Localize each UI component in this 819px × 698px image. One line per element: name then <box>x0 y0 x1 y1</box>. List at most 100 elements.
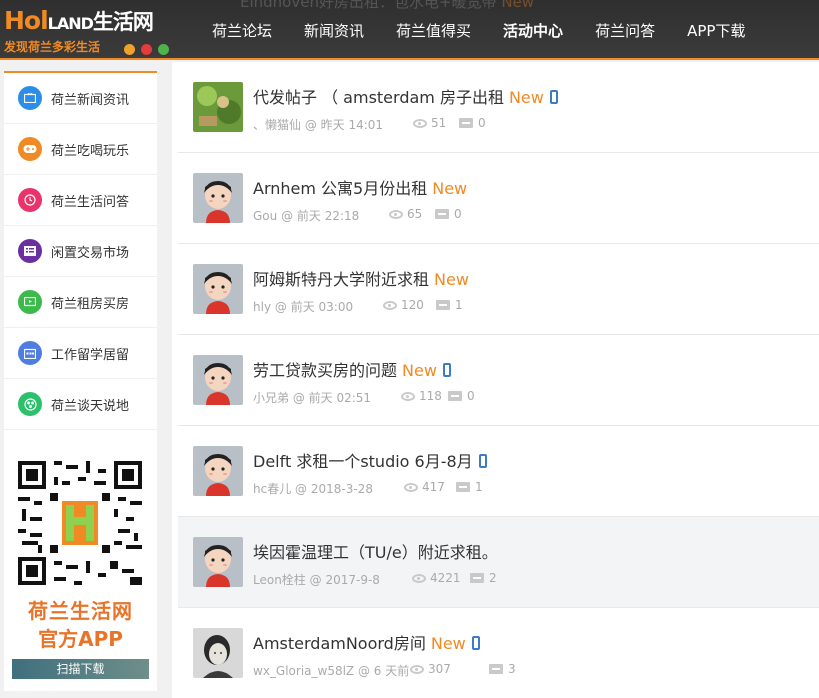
app-title: 荷兰生活网 <box>28 599 133 623</box>
post-author-time: hly @ 前天 03:00 <box>253 298 353 315</box>
post-author[interactable]: 、懒猫仙 <box>253 118 301 132</box>
post-title[interactable]: 代发帖子 （ amsterdam 房子出租 New <box>253 84 558 108</box>
post-row[interactable]: 劳工贷款买房的问题 New 小兄弟 @ 前天 02:51 118 0 <box>178 335 819 426</box>
post-author[interactable]: 小兄弟 <box>253 391 289 405</box>
logo-part2: LAND <box>47 14 94 33</box>
eye-icon <box>383 300 397 310</box>
avatar[interactable] <box>193 82 243 132</box>
post-list: 代发帖子 （ amsterdam 房子出租 New 、懒猫仙 @ 昨天 14:01 5… <box>172 62 819 698</box>
nav-qa[interactable]: 荷兰问答 <box>579 20 671 41</box>
main-nav: 荷兰论坛 新闻资讯 荷兰值得买 活动中心 荷兰问答 APP下载 <box>196 0 761 58</box>
post-title[interactable]: AmsterdamNoord房间 New <box>253 630 480 654</box>
view-count-value: 417 <box>422 480 445 494</box>
post-row[interactable]: AmsterdamNoord房间 New wx_Gloria_w58lZ @ 6 天… <box>178 608 819 698</box>
post-author[interactable]: wx_Gloria_w58lZ <box>253 664 354 678</box>
new-badge: New <box>432 179 468 198</box>
post-author[interactable]: Gou <box>253 209 277 223</box>
reply-icon <box>470 573 484 583</box>
view-count-value: 118 <box>419 389 442 403</box>
post-title[interactable]: Delft 求租一个studio 6月-8月 <box>253 448 487 472</box>
at-separator: @ <box>305 573 326 587</box>
post-author[interactable]: hly <box>253 300 271 314</box>
reply-count-value: 1 <box>455 298 463 312</box>
nav-news[interactable]: 新闻资讯 <box>288 20 380 41</box>
page: Eindhoven好房出租：包水电+暖宽带 New HolLAND生活网 发现荷… <box>0 0 819 698</box>
reply-count-value: 0 <box>467 389 475 403</box>
view-count: 65 <box>389 207 422 221</box>
post-time: 前天 03:00 <box>290 300 354 314</box>
at-separator: @ <box>301 118 321 132</box>
post-time: 2017-9-8 <box>325 573 380 587</box>
new-badge: New <box>402 361 437 380</box>
reply-count-value: 0 <box>478 116 486 130</box>
post-title[interactable]: Arnhem 公寓5月份出租 New <box>253 175 467 199</box>
list-icon <box>18 239 42 263</box>
site-logo[interactable]: HolLAND生活网 发现荷兰多彩生活 <box>4 6 172 55</box>
post-author[interactable]: hc春儿 <box>253 482 291 496</box>
sidebar: 荷兰新闻资讯 荷兰吃喝玩乐 荷兰生活问答 闲置交易市场 荷兰租房买房 工作留学居… <box>4 71 157 691</box>
sidebar-item-chat[interactable]: 荷兰谈天说地 <box>4 379 157 430</box>
sidebar-item-entertainment[interactable]: 荷兰吃喝玩乐 <box>4 124 157 175</box>
avatar[interactable] <box>193 628 243 678</box>
view-count: 4221 <box>412 571 461 585</box>
eye-icon <box>412 573 426 583</box>
qr-code[interactable] <box>14 457 146 589</box>
post-title-text: Delft 求租一个studio 6月-8月 <box>253 452 473 471</box>
post-title[interactable]: 埃因霍温理工（TU/e）附近求租。 <box>253 539 498 563</box>
avatar[interactable] <box>193 173 243 223</box>
wechat-icon <box>158 44 170 55</box>
post-author-time: hc春儿 @ 2018-3-28 <box>253 480 373 497</box>
tv-icon <box>18 86 42 110</box>
sidebar-item-housing[interactable]: 荷兰租房买房 <box>4 277 157 328</box>
scan-download-button[interactable]: 扫描下载 <box>12 659 149 679</box>
post-title-text: Arnhem 公寓5月份出租 <box>253 179 428 198</box>
sidebar-item-label: 荷兰新闻资讯 <box>51 92 130 108</box>
header-bar: Eindhoven好房出租：包水电+暖宽带 New HolLAND生活网 发现荷… <box>0 0 819 60</box>
post-row[interactable]: 埃因霍温理工（TU/e）附近求租。 Leon栓柱 @ 2017-9-8 4221 2 <box>178 517 819 608</box>
chat-icon <box>18 392 42 416</box>
nav-forum[interactable]: 荷兰论坛 <box>196 20 288 41</box>
avatar[interactable] <box>193 355 243 405</box>
reply-count: 2 <box>470 571 497 585</box>
nav-events[interactable]: 活动中心 <box>487 20 579 41</box>
sidebar-item-work-study[interactable]: 工作留学居留 <box>4 328 157 379</box>
new-badge: New <box>434 270 469 289</box>
logo-slogan: 发现荷兰多彩生活 <box>4 40 101 54</box>
reply-icon <box>448 391 462 401</box>
post-author[interactable]: Leon栓柱 <box>253 573 306 587</box>
app-subtitle: 官方APP <box>38 627 123 651</box>
post-row[interactable]: 代发帖子 （ amsterdam 房子出租 New 、懒猫仙 @ 昨天 14:01 5… <box>178 62 819 153</box>
avatar[interactable] <box>193 264 243 314</box>
mobile-phone-icon <box>471 636 480 650</box>
avatar[interactable] <box>193 446 243 496</box>
post-row[interactable]: Delft 求租一个studio 6月-8月 hc春儿 @ 2018-3-28 41… <box>178 426 819 517</box>
reply-count: 3 <box>489 662 516 676</box>
avatar[interactable] <box>193 537 243 587</box>
eye-icon <box>401 391 415 401</box>
nav-deals[interactable]: 荷兰值得买 <box>380 20 487 41</box>
sidebar-item-label: 荷兰生活问答 <box>51 194 130 210</box>
post-row[interactable]: Arnhem 公寓5月份出租 New Gou @ 前天 22:18 65 0 <box>178 153 819 244</box>
post-title[interactable]: 阿姆斯特丹大学附近求租 New <box>253 266 469 290</box>
reply-icon <box>489 664 503 674</box>
app-download-block: 荷兰生活网 官方APP 扫描下载 <box>4 453 157 693</box>
reply-count: 1 <box>456 480 483 494</box>
post-title[interactable]: 劳工贷款买房的问题 New <box>253 357 451 381</box>
sidebar-item-news[interactable]: 荷兰新闻资讯 <box>4 73 157 124</box>
sidebar-item-qa[interactable]: 荷兰生活问答 <box>4 175 157 226</box>
at-separator: @ <box>291 482 311 496</box>
gamepad-icon <box>18 137 42 161</box>
at-separator: @ <box>354 664 374 678</box>
sidebar-item-market[interactable]: 闲置交易市场 <box>4 226 157 277</box>
reply-icon <box>456 482 470 492</box>
view-count: 120 <box>383 298 424 312</box>
reply-count-value: 3 <box>508 662 516 676</box>
post-row[interactable]: 阿姆斯特丹大学附近求租 New hly @ 前天 03:00 120 1 <box>178 244 819 335</box>
nav-app-download[interactable]: APP下载 <box>671 20 761 41</box>
view-count-value: 120 <box>401 298 424 312</box>
reply-count-value: 2 <box>489 571 497 585</box>
post-title-text: 阿姆斯特丹大学附近求租 <box>253 270 430 289</box>
mobile-phone-icon <box>442 363 451 377</box>
post-time: 2018-3-28 <box>310 482 373 496</box>
sidebar-item-label: 荷兰租房买房 <box>51 296 130 312</box>
